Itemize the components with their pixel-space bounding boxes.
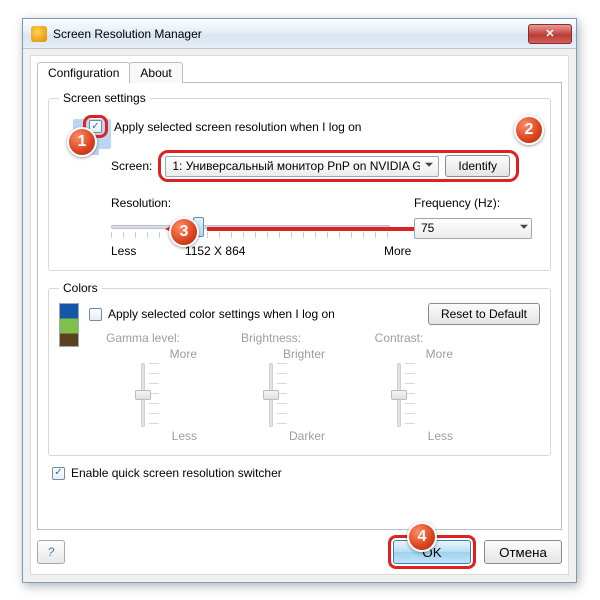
contrast-more-label: More [426,347,453,361]
contrast-column: Contrast: More Less [345,331,453,443]
screen-label: Screen: [111,159,152,173]
frequency-dropdown[interactable]: 75 [414,218,532,239]
apply-resolution-checkbox[interactable] [89,120,102,133]
ok-button[interactable]: OK [393,540,471,564]
resolution-label: Resolution: [111,196,171,210]
annotation-outline-4: OK [388,535,476,569]
tabstrip: Configuration About [37,62,182,83]
cancel-button[interactable]: Отмена [484,540,562,564]
quick-switcher-label: Enable quick screen resolution switcher [71,466,282,480]
contrast-slider [369,363,429,427]
app-icon [31,26,47,42]
client-area: Configuration About Screen settings Appl… [30,55,569,575]
app-window: Screen Resolution Manager ✕ Configuratio… [22,18,577,583]
frequency-dropdown-wrap: 75 [414,218,534,239]
slider-ticks [111,232,390,238]
help-icon: ? [48,545,55,559]
tab-configuration[interactable]: Configuration [37,62,130,83]
brightness-slider [241,363,301,427]
brightness-brighter-label: Brighter [283,347,325,361]
identify-button[interactable]: Identify [445,155,510,177]
gamma-label: Gamma level: [106,331,180,345]
screen-dropdown-wrap: 1: Универсальный монитор PnP on NVIDIA G… [165,156,439,177]
brightness-darker-label: Darker [289,429,325,443]
resolution-slider[interactable] [111,214,390,242]
apply-colors-checkbox[interactable] [89,308,102,321]
brightness-column: Brightness: Brighter Darker [217,331,325,443]
tab-panel-configuration: Screen settings Apply selected screen re… [37,82,562,530]
slider-track [111,225,390,229]
resolution-more-label: More [384,244,534,258]
brightness-label: Brightness: [241,331,301,345]
dialog-footer: ? OK Отмена 4 [37,536,562,568]
reset-default-button[interactable]: Reset to Default [428,303,540,325]
gamma-more-label: More [170,347,197,361]
gamma-less-label: Less [172,429,197,443]
slider-thumb[interactable] [193,217,204,237]
group-screen-settings-legend: Screen settings [59,91,150,105]
group-colors-legend: Colors [59,281,102,295]
apply-resolution-label: Apply selected screen resolution when I … [114,120,361,134]
apply-colors-label: Apply selected color settings when I log… [108,307,335,321]
annotation-outline-2: 1: Универсальный монитор PnP on NVIDIA G… [158,150,519,182]
help-button[interactable]: ? [37,540,65,564]
tab-about[interactable]: About [129,62,182,83]
group-colors: Colors Apply selected color settings whe… [48,281,551,456]
gamma-column: Gamma level: More Less [89,331,197,443]
contrast-less-label: Less [428,429,453,443]
group-screen-settings: Screen settings Apply selected screen re… [48,91,551,271]
close-icon: ✕ [545,27,554,40]
colors-icon [59,303,79,347]
resolution-current-label: 1152 X 864 [46,244,384,258]
titlebar[interactable]: Screen Resolution Manager ✕ [23,19,576,49]
contrast-label: Contrast: [375,331,424,345]
frequency-label: Frequency (Hz): [414,196,534,210]
annotation-outline-1 [83,115,108,138]
close-button[interactable]: ✕ [528,24,572,44]
gamma-slider [113,363,173,427]
window-title: Screen Resolution Manager [53,27,528,41]
quick-switcher-checkbox[interactable] [52,467,65,480]
screen-dropdown[interactable]: 1: Универсальный монитор PnP on NVIDIA G… [165,156,439,177]
